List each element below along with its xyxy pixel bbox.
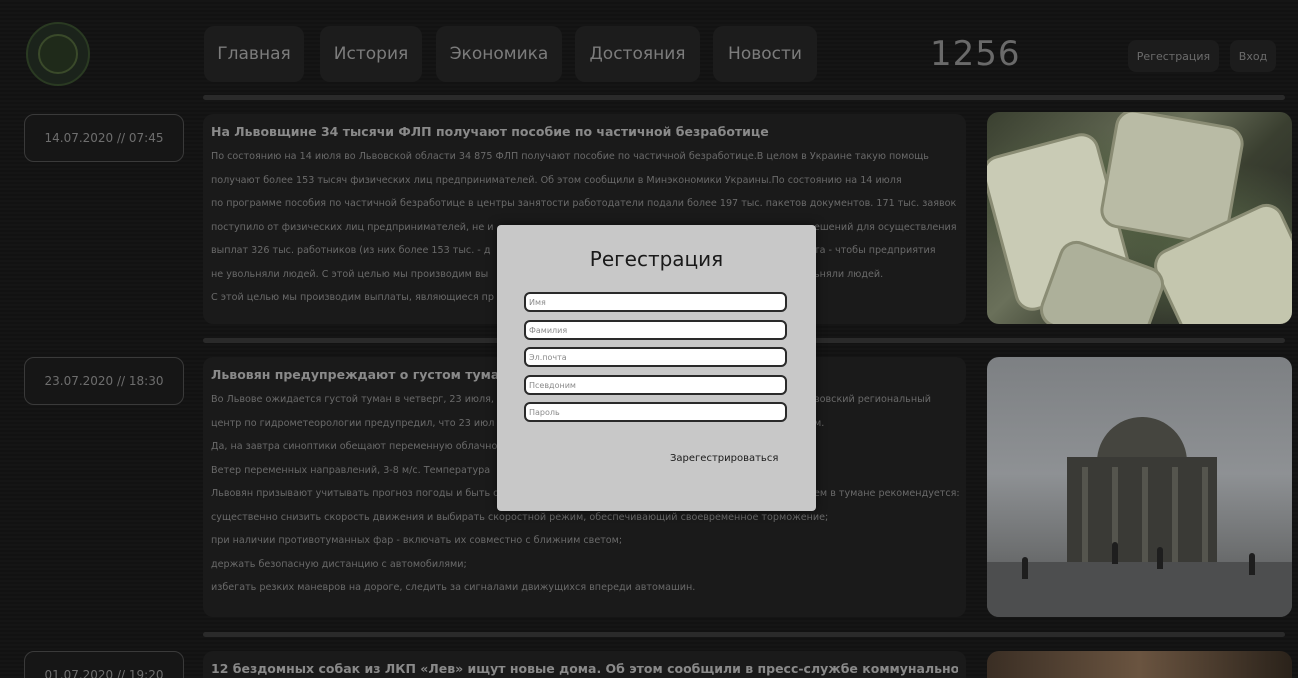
article-line: держать безопасную дистанцию с автомобил… [211,558,467,570]
nav-home[interactable]: Главная [204,26,304,82]
article-line: получают более 153 тысяч физических лиц … [211,174,902,186]
modal-title: Регестрация [589,247,724,271]
article-date: 14.07.2020 // 07:45 [24,114,184,162]
password-field[interactable] [524,402,787,422]
article-date: 01.07.2020 // 19:20 [24,651,184,678]
registration-modal: Регестрация Зарегестрироваться [497,225,816,511]
article-title[interactable]: 12 бездомных собак из ЛКП «Лев» ищут нов… [211,661,958,676]
login-button[interactable]: Вход [1230,40,1276,72]
email-field[interactable] [524,347,787,367]
nav-news[interactable]: Новости [713,26,817,82]
money-photo [987,112,1292,324]
article-title[interactable]: На Львовщине 34 тысячи ФЛП получают посо… [211,124,958,139]
opera-house-photo [987,357,1292,617]
article-date: 23.07.2020 // 18:30 [24,357,184,405]
register-button[interactable]: Регестрация [1128,40,1219,72]
article-card: 12 бездомных собак из ЛКП «Лев» ищут нов… [203,651,966,678]
first-name-field[interactable] [524,292,787,312]
article-line: избегать резких маневров на дороге, след… [211,582,696,593]
visitor-counter: 1256 [930,34,1021,74]
article-line: По состоянию на 14 июля во Львовской обл… [211,151,929,162]
logo[interactable] [26,22,90,86]
nav-heritage[interactable]: Достояния [575,26,700,82]
section-divider [203,632,1285,637]
last-name-field[interactable] [524,320,787,340]
nickname-field[interactable] [524,375,787,395]
register-submit-button[interactable]: Зарегестрироваться [670,453,778,464]
header-divider [203,95,1285,100]
nav-economy[interactable]: Экономика [436,26,562,82]
dogs-photo [987,651,1292,678]
nav-history[interactable]: История [320,26,422,82]
article-line: по программе пособия по частичной безраб… [211,198,957,209]
coat-of-arms-icon [38,34,78,74]
article-line: при наличии противотуманных фар - включа… [211,535,623,546]
